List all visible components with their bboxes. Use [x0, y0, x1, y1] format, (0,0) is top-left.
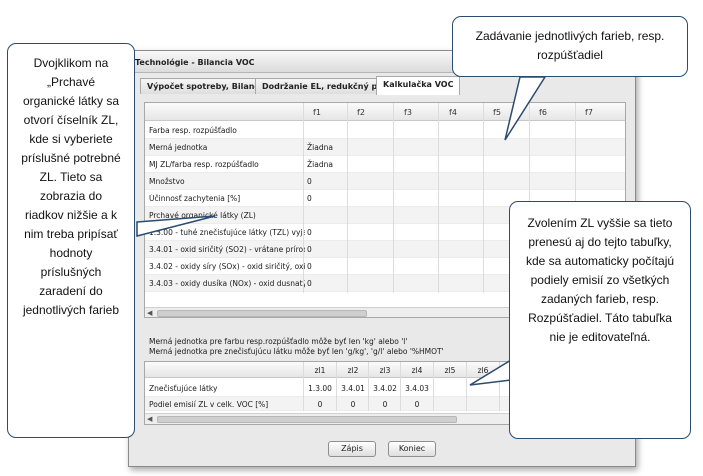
callout-right: Zvolením ZL vyššie sa tieto prenesú aj d…	[509, 201, 691, 439]
callout-left: Dvojklikom na „Prchavé organické látky s…	[7, 43, 135, 438]
callout-pointer-top	[504, 76, 547, 141]
callout-top: Zadávanie jednotlivých farieb, resp. roz…	[452, 16, 688, 77]
callout-pointer-right	[469, 358, 512, 386]
callout-pointer-left	[136, 215, 216, 237]
